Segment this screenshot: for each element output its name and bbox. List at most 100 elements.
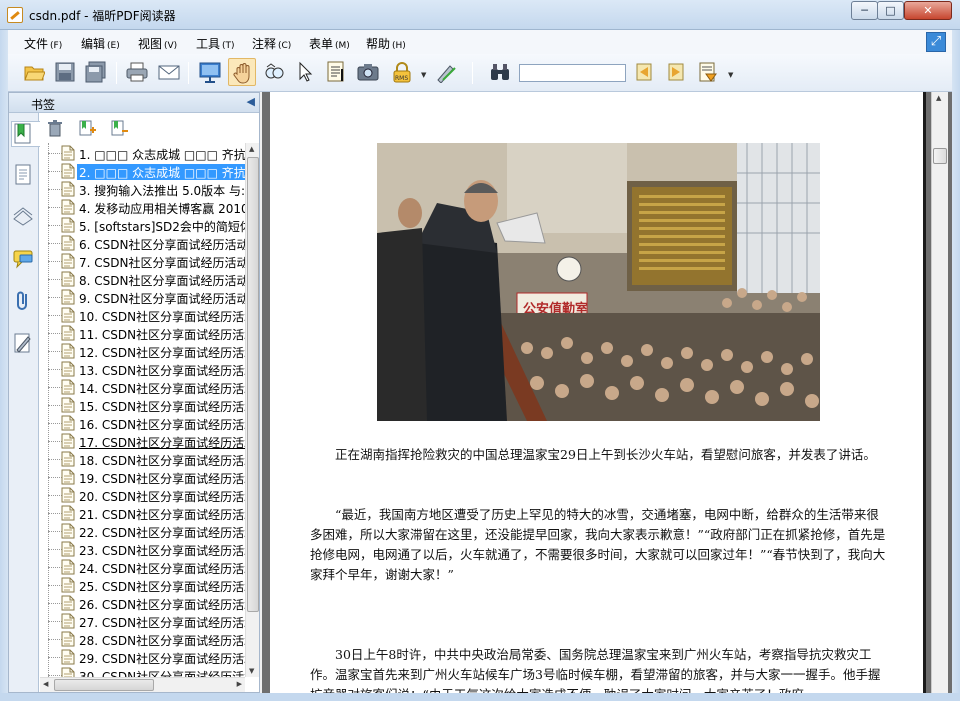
signatures-tab-icon[interactable] — [12, 331, 36, 357]
bookmark-item[interactable]: 23. CSDN社区分享面试经历活z — [40, 540, 245, 558]
document-vertical-scrollbar[interactable]: ▲ — [931, 92, 948, 693]
bookmark-item[interactable]: 8. CSDN社区分享面试经历活动 — [40, 270, 245, 288]
bookmark-vertical-scrollbar[interactable]: ▲ ▼ — [245, 143, 259, 677]
add-bookmark-icon[interactable] — [78, 119, 96, 137]
bookmark-label: 2. □□□ 众志成城 □□□ 齐抗雪 — [77, 164, 245, 180]
bookmark-item[interactable]: 14. CSDN社区分享面试经历活z — [40, 378, 245, 396]
bookmark-item[interactable]: 19. CSDN社区分享面试经历活z — [40, 468, 245, 486]
bookmark-page-icon — [61, 631, 75, 647]
bookmark-label: 18. CSDN社区分享面试经历活z — [79, 454, 245, 468]
bookmark-item[interactable]: 5. [softstars]SD2会中的简短体 — [40, 216, 245, 234]
bookmark-item[interactable]: 7. CSDN社区分享面试经历活动 — [40, 252, 245, 270]
select-tool-icon[interactable] — [291, 58, 319, 86]
find-previous-icon[interactable] — [630, 58, 658, 86]
save-as-icon[interactable] — [82, 58, 110, 86]
search-input[interactable] — [519, 64, 626, 82]
presentation-icon[interactable] — [196, 58, 224, 86]
menu-comment[interactable]: 注释 (C) — [252, 35, 291, 52]
bookmark-item[interactable]: 20. CSDN社区分享面试经历活z — [40, 486, 245, 504]
bookmark-item[interactable]: 4. 发移动应用相关博客赢 2010 — [40, 198, 245, 216]
bookmark-item[interactable]: 6. CSDN社区分享面试经历活动 — [40, 234, 245, 252]
maximize-button[interactable]: □ — [877, 1, 904, 20]
scroll-up-arrow-icon[interactable]: ▲ — [249, 145, 254, 153]
print-icon[interactable] — [123, 58, 151, 86]
bookmark-item[interactable]: 16. CSDN社区分享面试经历活z — [40, 414, 245, 432]
collapse-panel-icon[interactable]: ◀ — [247, 95, 255, 108]
bookmark-item[interactable]: 1. □□□ 众志成城 □□□ 齐抗雪 — [40, 144, 245, 162]
bookmark-page-icon — [61, 343, 75, 359]
delete-bookmark-icon[interactable] — [46, 119, 64, 137]
menu-form[interactable]: 表单 (M) — [309, 35, 350, 52]
menu-help[interactable]: 帮助 (H) — [366, 35, 406, 52]
rms-lock-icon[interactable]: RMS — [388, 58, 416, 86]
pages-tab-icon[interactable] — [12, 163, 36, 189]
bookmark-item[interactable]: 24. CSDN社区分享面试经历活z — [40, 558, 245, 576]
comments-tab-icon[interactable] — [12, 247, 36, 273]
snapshot-icon[interactable] — [354, 58, 382, 86]
sign-icon[interactable] — [432, 58, 460, 86]
scroll-down-arrow-icon[interactable]: ▼ — [249, 667, 254, 675]
bookmark-item[interactable]: 25. CSDN社区分享面试经历活z — [40, 576, 245, 594]
scroll-thumb[interactable] — [247, 157, 259, 612]
tree-connector — [48, 315, 62, 316]
bookmarks-tab-icon[interactable] — [11, 121, 40, 147]
zoom-tool-icon[interactable] — [260, 58, 288, 86]
highlight-dropdown-icon[interactable]: ▼ — [728, 71, 733, 79]
minimize-button[interactable]: ─ — [851, 1, 878, 20]
menu-tools[interactable]: 工具 (T) — [196, 35, 235, 52]
bookmark-item[interactable]: 22. CSDN社区分享面试经历活z — [40, 522, 245, 540]
add-child-bookmark-icon[interactable] — [110, 119, 128, 137]
expand-icon[interactable]: ⤢ — [926, 32, 946, 52]
rms-dropdown-icon[interactable]: ▼ — [421, 71, 426, 79]
close-button[interactable]: ✕ — [904, 1, 952, 20]
bookmark-item[interactable]: 2. □□□ 众志成城 □□□ 齐抗雪 — [40, 162, 245, 180]
document-viewport[interactable]: 公安值勤室 正在湖南指挥抢险救灾的中国总理温家宝29日上午到长沙火车站，看望慰问… — [262, 92, 952, 693]
find-binoculars-icon[interactable] — [486, 58, 514, 86]
bookmark-item[interactable]: 30. CSDN社区分享面试经历活z — [40, 666, 245, 677]
layers-tab-icon[interactable] — [12, 205, 36, 231]
scroll-right-arrow-icon[interactable]: ▶ — [237, 680, 242, 688]
find-next-icon[interactable] — [662, 58, 690, 86]
bookmark-item[interactable]: 10. CSDN社区分享面试经历活z — [40, 306, 245, 324]
scroll-left-arrow-icon[interactable]: ◀ — [43, 680, 48, 688]
save-icon[interactable] — [51, 58, 79, 86]
bookmark-label: 14. CSDN社区分享面试经历活z — [79, 382, 245, 396]
bookmark-item[interactable]: 18. CSDN社区分享面试经历活z — [40, 450, 245, 468]
app-icon — [7, 7, 23, 23]
text-select-icon[interactable] — [322, 58, 350, 86]
open-folder-icon[interactable] — [20, 58, 48, 86]
bookmark-horizontal-scrollbar[interactable]: ◀ ▶ — [40, 677, 245, 692]
scroll-thumb[interactable] — [54, 679, 154, 691]
tree-connector — [48, 585, 62, 586]
bookmark-item[interactable]: 28. CSDN社区分享面试经历活z — [40, 630, 245, 648]
menu-file[interactable]: 文件 (F) — [24, 35, 62, 52]
bookmark-item[interactable]: 3. 搜狗输入法推出 5.0版本 与: — [40, 180, 245, 198]
bookmark-item[interactable]: 27. CSDN社区分享面试经历活z — [40, 612, 245, 630]
bookmark-item[interactable]: 11. CSDN社区分享面试经历活z — [40, 324, 245, 342]
bookmark-item[interactable]: 15. CSDN社区分享面试经历活z — [40, 396, 245, 414]
tree-connector — [48, 207, 62, 208]
highlight-icon[interactable] — [694, 58, 722, 86]
menu-edit[interactable]: 编辑 (E) — [81, 35, 120, 52]
bookmark-item[interactable]: 21. CSDN社区分享面试经历活z — [40, 504, 245, 522]
bookmark-item[interactable]: 29. CSDN社区分享面试经历活z — [40, 648, 245, 666]
bookmark-item[interactable]: 9. CSDN社区分享面试经历活动 — [40, 288, 245, 306]
bookmark-page-icon — [61, 613, 75, 629]
attachments-tab-icon[interactable] — [12, 289, 36, 315]
scroll-thumb[interactable] — [933, 148, 947, 164]
bookmark-item[interactable]: 12. CSDN社区分享面试经历活z — [40, 342, 245, 360]
bookmark-label: 13. CSDN社区分享面试经历活z — [79, 364, 245, 378]
window-frame-bottom — [0, 693, 960, 701]
email-icon[interactable] — [155, 58, 183, 86]
bookmark-page-icon — [61, 667, 75, 677]
bookmark-item[interactable]: 26. CSDN社区分享面试经历活z — [40, 594, 245, 612]
bookmark-tree: 1. □□□ 众志成城 □□□ 齐抗雪 2. □□□ 众志成城 □□□ 齐抗雪 3.… — [40, 143, 245, 677]
bookmark-page-icon — [61, 199, 75, 215]
menu-view[interactable]: 视图 (V) — [138, 35, 177, 52]
bookmark-page-icon — [61, 307, 75, 323]
bookmark-page-icon — [61, 289, 75, 305]
scroll-up-arrow-icon[interactable]: ▲ — [936, 94, 941, 102]
hand-tool-icon[interactable] — [228, 58, 256, 86]
bookmark-item[interactable]: 17. CSDN社区分享面试经历活z — [40, 432, 245, 450]
bookmark-item[interactable]: 13. CSDN社区分享面试经历活z — [40, 360, 245, 378]
